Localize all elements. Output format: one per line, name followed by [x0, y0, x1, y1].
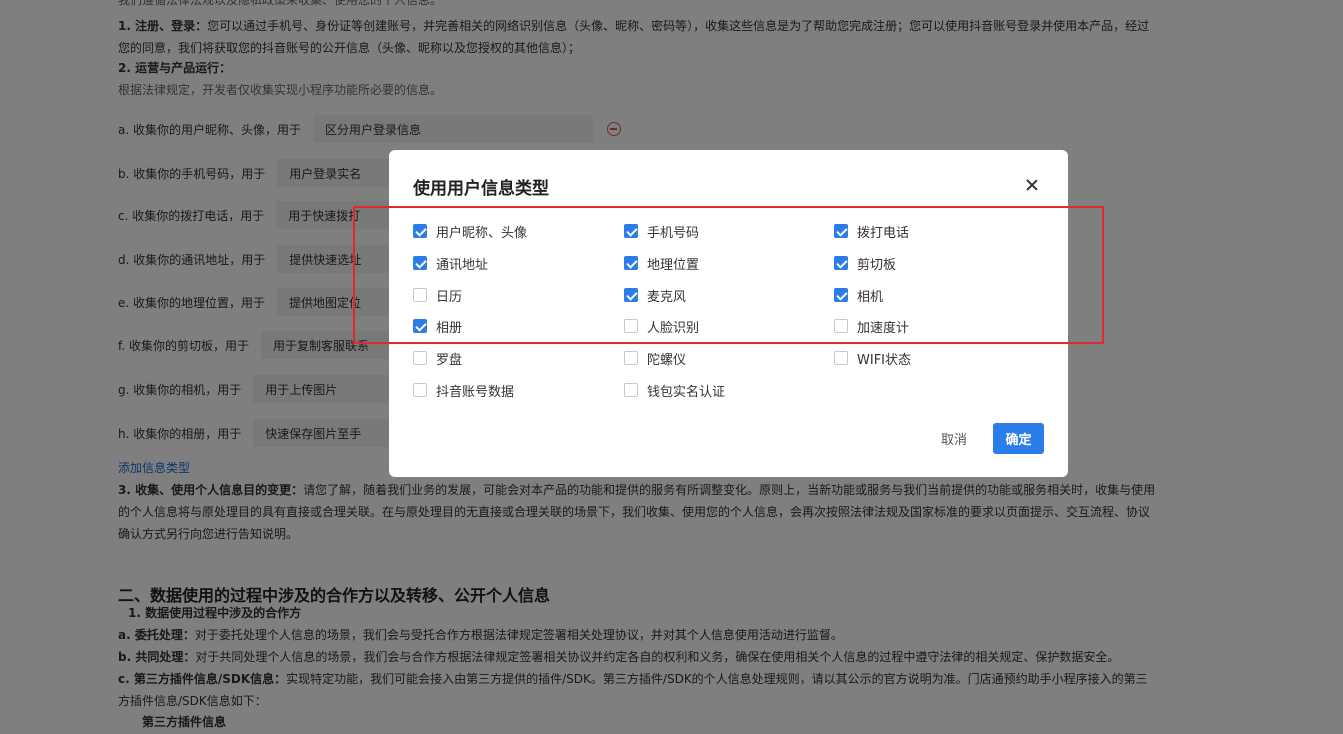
option-label: 抖音账号数据 — [436, 384, 515, 400]
option-checkbox[interactable]: WIFI状态 — [834, 348, 911, 368]
option-label: 罗盘 — [436, 352, 463, 368]
option-label: WIFI状态 — [857, 352, 911, 368]
checkbox-unchecked-icon[interactable] — [413, 383, 427, 397]
option-label: 钱包实名认证 — [647, 384, 726, 400]
option-label: 陀螺仪 — [647, 352, 687, 368]
checkbox-unchecked-icon[interactable] — [624, 351, 638, 365]
checkbox-unchecked-icon[interactable] — [413, 351, 427, 365]
confirm-button[interactable]: 确定 — [993, 423, 1044, 454]
checkbox-unchecked-icon[interactable] — [834, 351, 848, 365]
close-icon[interactable] — [1024, 177, 1040, 193]
checkbox-unchecked-icon[interactable] — [624, 383, 638, 397]
option-checkbox[interactable]: 陀螺仪 — [624, 348, 686, 368]
highlight-annotation-box — [353, 206, 1104, 344]
dialog-title: 使用用户信息类型 — [413, 179, 549, 199]
option-checkbox[interactable]: 抖音账号数据 — [413, 380, 514, 400]
option-checkbox[interactable]: 钱包实名认证 — [624, 380, 725, 400]
cancel-button[interactable]: 取消 — [932, 423, 976, 454]
option-checkbox[interactable]: 罗盘 — [413, 348, 462, 368]
